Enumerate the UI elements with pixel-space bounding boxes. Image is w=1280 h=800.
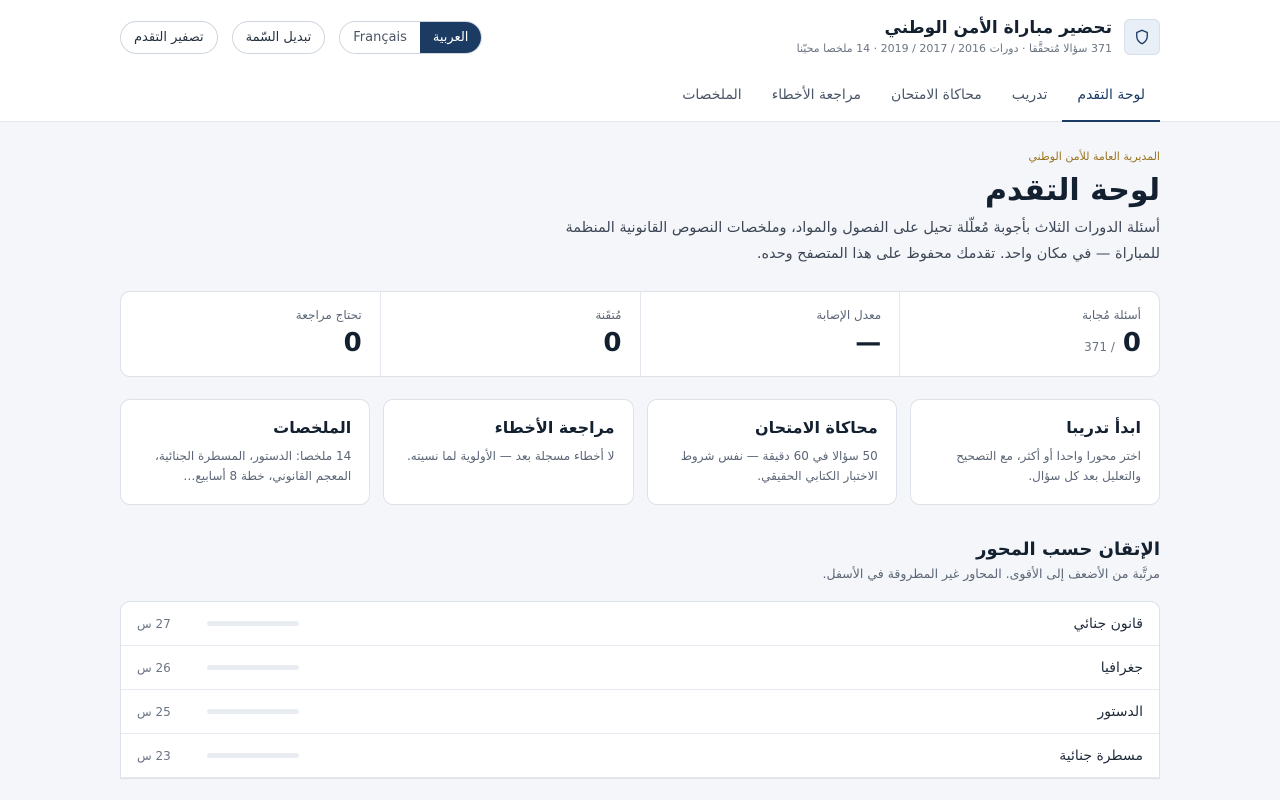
org-label: المديرية العامة للأمن الوطني — [1028, 150, 1161, 163]
card-title: محاكاة الامتحان — [754, 418, 878, 437]
topic-name: قانون جنائي — [1073, 615, 1143, 632]
topic-name: جغرافيا — [1100, 659, 1143, 676]
mastery-row[interactable]: الدستور 25 س — [121, 690, 1159, 734]
page-title: لوحة التقدم — [984, 173, 1160, 208]
stat-value: — — [855, 328, 882, 358]
summaries-card[interactable]: الملخصات 14 ملخصا: الدستور، المسطرة الجن… — [120, 399, 371, 505]
mastery-row[interactable]: قانون جنائي 27 س — [121, 602, 1159, 646]
stats-panel: أسئلة مُجابة 0 / 371 معدل الإصابة — مُتق… — [120, 291, 1160, 377]
lang-french-option[interactable]: Français — [340, 22, 420, 53]
app-header: تحضير مباراة الأمن الوطني 371 سؤالا مُتح… — [0, 0, 1280, 122]
tab-exam-simulation[interactable]: محاكاة الامتحان — [876, 70, 997, 122]
mastery-list: قانون جنائي 27 س جغرافيا 26 س الدستور 25… — [120, 601, 1160, 779]
card-title: ابدأ تدريبا — [1066, 418, 1141, 437]
stat-label: أسئلة مُجابة — [1082, 308, 1141, 322]
topic-stats: 27 س — [137, 617, 299, 631]
tab-mistakes-review[interactable]: مراجعة الأخطاء — [757, 70, 876, 122]
stat-value: 0 — [343, 328, 362, 358]
main-content: المديرية العامة للأمن الوطني لوحة التقدم… — [120, 122, 1160, 779]
stat-accuracy: معدل الإصابة — — [639, 292, 900, 376]
page-intro: أسئلة الدورات الثلاث بأجوبة مُعلّلة تحيل… — [565, 220, 1160, 262]
language-toggle: Français العربية — [339, 21, 483, 54]
topic-stats: 23 س — [137, 749, 299, 763]
mastery-progress-bar — [206, 709, 299, 714]
action-cards: ابدأ تدريبا اختر محورا واحدا أو أكثر، مع… — [120, 399, 1160, 505]
mastery-progress-bar — [206, 665, 299, 670]
exam-simulation-card[interactable]: محاكاة الامتحان 50 سؤالا في 60 دقيقة — ن… — [646, 399, 897, 505]
topic-name: الدستور — [1097, 703, 1143, 720]
stat-value-wrap: 0 / 371 — [918, 328, 1141, 358]
stat-label: مُتقَنة — [595, 308, 622, 322]
topic-stats: 25 س — [137, 705, 299, 719]
card-description: اختر محورا واحدا أو أكثر، مع التصحيح وال… — [956, 449, 1141, 483]
lang-arabic-option[interactable]: العربية — [419, 22, 482, 53]
app-subtitle: 371 سؤالا مُتحقَّقا · دورات 2016 / 2017 … — [796, 42, 1112, 55]
mastery-title: الإتقان حسب المحور — [976, 539, 1160, 560]
card-description: لا أخطاء مسجلة بعد — الأولوية لما نسيته. — [406, 449, 615, 463]
question-count: 25 س — [137, 704, 171, 719]
stat-value: 0 — [603, 328, 622, 358]
brand[interactable]: تحضير مباراة الأمن الوطني 371 سؤالا مُتح… — [797, 18, 1160, 56]
reset-progress-button[interactable]: تصفير التقدم — [120, 21, 218, 54]
main-tabs: لوحة التقدم تدريب محاكاة الامتحان مراجعة… — [667, 70, 1160, 122]
card-description: 14 ملخصا: الدستور، المسطرة الجنائية، الم… — [154, 449, 352, 483]
stat-answered: أسئلة مُجابة 0 / 371 — [899, 292, 1159, 376]
mastery-row[interactable]: مسطرة جنائية 23 س — [121, 734, 1159, 778]
tab-summaries[interactable]: الملخصات — [667, 70, 757, 122]
stat-needs-review: تحتاج مراجعة 0 — [121, 292, 380, 376]
stat-mastered: مُتقَنة 0 — [379, 292, 640, 376]
mistakes-review-card[interactable]: مراجعة الأخطاء لا أخطاء مسجلة بعد — الأو… — [383, 399, 634, 505]
start-practice-card[interactable]: ابدأ تدريبا اختر محورا واحدا أو أكثر، مع… — [909, 399, 1160, 505]
topic-name: مسطرة جنائية — [1059, 747, 1143, 764]
stat-label: معدل الإصابة — [816, 308, 882, 322]
mastery-progress-bar — [206, 753, 299, 758]
topic-stats: 26 س — [137, 661, 299, 675]
card-title: الملخصات — [273, 418, 352, 437]
toggle-theme-button[interactable]: تبديل السّمة — [231, 21, 326, 54]
question-count: 23 س — [137, 748, 171, 763]
stat-value: 0 — [1122, 328, 1141, 358]
mastery-progress-bar — [206, 621, 299, 626]
card-title: مراجعة الأخطاء — [494, 418, 615, 437]
tab-dashboard[interactable]: لوحة التقدم — [1062, 70, 1160, 122]
question-count: 26 س — [137, 660, 171, 675]
tab-practice[interactable]: تدريب — [997, 70, 1063, 122]
stat-label: تحتاج مراجعة — [295, 308, 362, 322]
mastery-subtitle: مرتَّبة من الأضعف إلى الأقوى. المحاور غي… — [822, 566, 1160, 581]
mastery-row[interactable]: جغرافيا 26 س — [121, 646, 1159, 690]
header-actions: تصفير التقدم تبديل السّمة Français العرب… — [120, 21, 483, 54]
question-count: 27 س — [137, 616, 171, 631]
app-title: تحضير مباراة الأمن الوطني — [884, 18, 1112, 38]
card-description: 50 سؤالا في 60 دقيقة — نفس شروط الاختبار… — [680, 449, 878, 483]
shield-icon — [1124, 19, 1160, 55]
stat-total: / 371 — [1084, 340, 1115, 354]
